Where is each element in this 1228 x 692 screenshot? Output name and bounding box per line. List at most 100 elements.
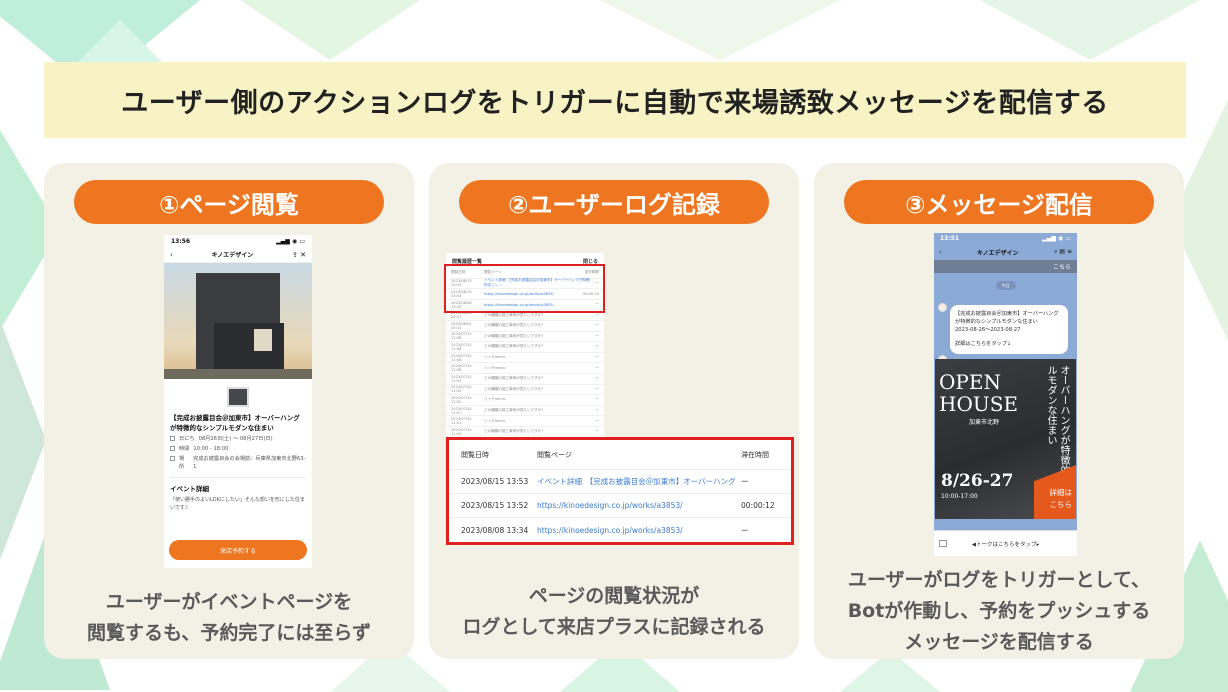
history-row: 2023/07/31 11:51 どの種類の施工事例が見たいですか？ ー (446, 406, 604, 417)
history-row: 2023/07/31 11:58 どの種類の施工事例が見たいですか？ ー (446, 332, 604, 343)
row-stay: ー (595, 418, 599, 423)
bubble-tap-text: 詳細はこちらをタップ↓ (955, 341, 1012, 347)
caption-line: ユーザーがイベントページを (105, 591, 353, 613)
history-row: 2023/07/31 11:50 どの種類の施工事例が見たいですか？ ー (446, 427, 604, 438)
event-date-value: 08月26日(土) ～ 08月27日(日) (198, 436, 273, 442)
event-time-row: 時間 10:00 - 18:00 (164, 443, 312, 453)
row-page: どの種類の施工事例が見たいですか？ (484, 429, 545, 434)
chat-title: キノエデザイン (976, 249, 1019, 257)
row-date: 2023/07/31 11:52 (451, 385, 472, 394)
event-place-value: 完成お披露目会の会場前：兵庫県加東市北野63-1 (193, 456, 306, 470)
back-icon[interactable]: ‹ (939, 249, 941, 256)
corner-text: 詳細は (1049, 488, 1073, 497)
table-row: 2023/08/15 13:52 https://kinoedesign.co.… (449, 494, 791, 518)
history-row: 2023/07/31 11:52 どの種類の施工事例が見たいですか？ ー (446, 374, 604, 385)
row-stay: 00:00:12 (741, 501, 775, 510)
caption-line: メッセージを配信する (904, 631, 1094, 653)
date-chip: 今日 (995, 281, 1016, 290)
status-bar: 13:56 ▂▄▆ ◉ ▭ (164, 235, 312, 247)
photo-thumbnail[interactable] (227, 387, 249, 407)
event-date-row: 日にち 08月26日(土) ～ 08月27日(日) (164, 433, 312, 443)
row-page-link[interactable]: イベント詳細 【完成お披露目会＠加東市】オーバーハングが特徴的なシン… (537, 476, 735, 487)
app-title: キノエデザイン (211, 252, 254, 259)
row-stay: ー (595, 355, 599, 360)
caption-line: 閲覧するも、予約完了には至らず (86, 622, 372, 644)
event-page-screenshot: 13:56 ▂▄▆ ◉ ▭ ‹ キノエデザイン ⇪ ✕ 【完成お披露目会＠加東市… (164, 235, 312, 568)
highlight-box-small (444, 264, 605, 313)
zoom-column-headers: 閲覧日時 閲覧ページ 滞在時間 (449, 440, 791, 470)
back-icon[interactable]: ‹ (170, 251, 173, 259)
bot-avatar (938, 303, 947, 312)
row-page: どの種類の施工事例が見たいですか？ (484, 333, 545, 338)
step-caption-2: ページの閲覧状況が ログとして来店プラスに記録される (429, 581, 799, 643)
bubble-text: 【完成お披露目会＠加東市】オーバーハングが特徴的なシンプルモダンな住まい (955, 311, 1059, 325)
row-stay: ー (595, 408, 599, 413)
row-stay: ー (595, 386, 599, 391)
keyboard-icon[interactable] (939, 540, 947, 547)
row-stay: ー (595, 429, 599, 434)
bubble-text: 2023-08-26～2023-08-27 (955, 327, 1021, 333)
row-stay: ー (595, 333, 599, 338)
banner-place: 加東市北野 (969, 419, 1000, 426)
banner-date: 8/26-27 (941, 471, 1014, 491)
row-date: 2023/07/31 11:51 (451, 406, 472, 415)
row-date: 2023/07/31 11:58 (451, 353, 472, 362)
step-card-message: ③メッセージ配信 13:51 ▂▄▆ ◉ ▭ ‹ キノエデザイン ⌕ ▤ ≡ こ… (814, 163, 1184, 659)
step-label-3: ③メッセージ配信 (844, 180, 1154, 224)
step-caption-1: ユーザーがイベントページを 閲覧するも、予約完了には至らず (44, 587, 414, 649)
open-text: OPEN (939, 370, 1001, 394)
row-page: どの種類の施工事例が見たいですか？ (484, 323, 545, 328)
caption-line: Botが作動し、予約をプッシュする (847, 600, 1151, 622)
row-page: リッチmenu (484, 365, 506, 370)
message-bubble: 【完成お披露目会＠加東市】オーバーハングが特徴的なシンプルモダンな住まい 202… (950, 305, 1068, 354)
row-page: どの種類の施工事例が見たいですか？ (484, 376, 545, 381)
step-label-1: ①ページ閲覧 (74, 180, 384, 224)
history-row: 2023/07/31 11:52 どの種類の施工事例が見たいですか？ ー (446, 385, 604, 396)
row-stay: ー (595, 376, 599, 381)
history-row: 2023/07/31 11:51 リッチmenu ー (446, 416, 604, 427)
caption-line: ログとして来店プラスに記録される (462, 616, 766, 638)
row-page-link[interactable]: https://kinoedesign.co.jp/works/a3853/ (537, 526, 735, 535)
row-date: 2023/07/31 11:58 (451, 342, 472, 351)
line-chat-screenshot: 13:51 ▂▄▆ ◉ ▭ ‹ キノエデザイン ⌕ ▤ ≡ こちら 今日 【完成… (934, 233, 1077, 556)
open-house-heading: OPEN HOUSE (939, 371, 1018, 415)
event-detail-heading: イベント詳細 (170, 477, 306, 493)
history-row: 2023/07/31 11:58 どの種類の施工事例が見たいですか？ ー (446, 342, 604, 353)
house-photo (164, 263, 312, 379)
row-page: リッチmenu (484, 418, 506, 423)
table-row: 2023/08/08 13:34 https://kinoedesign.co.… (449, 518, 791, 542)
row-date: 2023/08/15 13:52 (461, 501, 529, 510)
chat-header: ‹ キノエデザイン ⌕ ▤ ≡ (934, 244, 1077, 260)
banner-time: 10:00-17:00 (941, 493, 978, 500)
share-close-icons[interactable]: ⇪ ✕ (292, 251, 306, 259)
row-date: 2023/07/31 11:52 (451, 374, 472, 383)
row-date: 2023/07/31 11:58 (451, 364, 472, 373)
history-row: 2023/08/01 20:31 どの種類の施工事例が見たいですか？ ー (446, 321, 604, 332)
rich-menu-bar[interactable]: ◀トークはこちらをタップ▸ (934, 530, 1077, 556)
reserve-button[interactable]: 来店予約する (169, 540, 307, 560)
row-page-link[interactable]: https://kinoedesign.co.jp/works/a3853/ (537, 501, 735, 510)
caption-line: ページの閲覧状況が (528, 585, 700, 607)
row-date: 2023/07/31 11:58 (451, 332, 472, 341)
previous-message-strip: こちら (934, 260, 1077, 273)
status-time: 13:56 (171, 237, 191, 245)
history-row: 2023/07/31 11:58 リッチmenu ー (446, 363, 604, 374)
row-date: 2023/07/31 11:52 (451, 395, 472, 404)
row-stay: ー (595, 397, 599, 402)
event-title: 【完成お披露目会＠加東市】オーバーハングが特徴的なシンプルモダンな住まい (170, 414, 300, 432)
event-time-value: 10:00 - 18:00 (193, 446, 229, 452)
row-stay: ー (595, 312, 599, 317)
table-row: 2023/08/15 13:53 イベント詳細 【完成お披露目会＠加東市】オーバ… (449, 470, 791, 494)
calendar-icon (170, 436, 175, 441)
row-page: どの種類の施工事例が見たいですか？ (484, 408, 545, 413)
history-zoom-table: 閲覧日時 閲覧ページ 滞在時間 2023/08/15 13:53 イベント詳細 … (446, 437, 794, 545)
row-date: 2023/08/15 13:53 (461, 477, 529, 486)
row-stay: ー (595, 365, 599, 370)
pin-icon (170, 456, 175, 461)
open-house-image-message[interactable]: OPEN HOUSE 加東市北野 オーバーハングが特徴的な シンプルモダンな住ま… (935, 359, 1076, 519)
step-label-2: ②ユーザーログ記録 (459, 180, 769, 224)
row-date: 2023/08/01 20:31 (451, 321, 472, 330)
banner-detail-link[interactable]: 詳細は こちら (1050, 487, 1073, 511)
search-menu-icons[interactable]: ⌕ ▤ ≡ (1054, 248, 1072, 256)
headline-text: ユーザー側のアクションログをトリガーに自動で来場誘致メッセージを配信する (121, 87, 1109, 119)
